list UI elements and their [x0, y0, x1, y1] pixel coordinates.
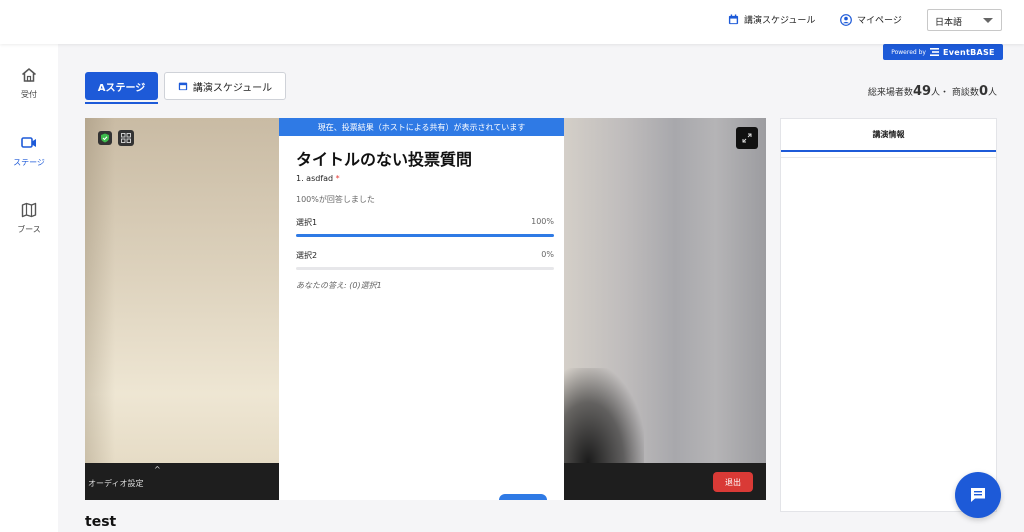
video-feed-left — [85, 118, 279, 463]
poll-question: 1. asdfad * — [296, 174, 340, 183]
powered-by-badge[interactable]: Powered by EventBASE — [883, 44, 1003, 60]
brand-name: EventBASE — [942, 47, 995, 57]
security-shield-icon[interactable] — [98, 131, 112, 145]
poll-close-tab[interactable] — [499, 494, 547, 500]
eventbase-logo-icon — [929, 48, 939, 56]
sidebar-item-booth[interactable]: ブース — [0, 201, 58, 235]
account-icon — [840, 13, 852, 26]
poll-response-rate: 100%が回答しました — [296, 195, 375, 204]
poll-option-label: 選択2 — [296, 251, 318, 260]
calendar-icon — [728, 14, 739, 25]
poll-title: タイトルのない投票質問 — [296, 150, 473, 169]
poll-option-label: 選択1 — [296, 218, 318, 227]
poll-option-bar-fill — [296, 234, 554, 237]
leave-button[interactable]: 退出 — [713, 472, 753, 492]
poll-question-text: 1. asdfad — [296, 174, 334, 183]
schedule-link-label: 講演スケジュール — [744, 16, 816, 26]
meetings-unit: 人 — [987, 88, 997, 98]
fullscreen-icon[interactable] — [736, 127, 758, 149]
sidebar-item-stage[interactable]: ステージ — [0, 134, 58, 168]
meetings-count: 0 — [978, 84, 988, 99]
mypage-link-label: マイページ — [857, 16, 902, 26]
stage-video-area: ^ オーディオ設定 退出 現在、投票結果（ホストによる共有）が表示されています … — [85, 118, 766, 500]
tab-stage-a[interactable]: Aステージ — [85, 72, 158, 100]
map-icon — [21, 202, 37, 218]
poll-banner: 現在、投票結果（ホストによる共有）が表示されています — [279, 118, 564, 136]
poll-option: 選択2 0% — [296, 250, 554, 270]
meetings-label: 商談数 — [951, 88, 979, 98]
divider — [781, 157, 996, 158]
poll-results-panel: 現在、投票結果（ホストによる共有）が表示されています タイトルのない投票質問 1… — [279, 118, 564, 500]
chat-button[interactable] — [955, 472, 1001, 518]
tab-lecture-info-label: 講演情報 — [872, 130, 905, 139]
tab-lecture-info[interactable]: 講演情報 — [781, 119, 996, 152]
poll-option-bar — [296, 267, 554, 270]
language-select[interactable]: 日本語 — [927, 9, 1002, 31]
tab-schedule-label: 講演スケジュール — [192, 82, 273, 94]
page-title: test — [85, 514, 117, 530]
sidebar: 受付 ステージ ブース — [0, 44, 58, 532]
tab-schedule[interactable]: 講演スケジュール — [164, 72, 286, 100]
grid-view-icon[interactable] — [118, 130, 134, 146]
lecture-info-panel: 講演情報 — [780, 118, 997, 512]
leave-button-label: 退出 — [725, 477, 741, 487]
active-tab-indicator — [85, 102, 158, 104]
top-header: 講演スケジュール マイページ 日本語 — [0, 0, 1024, 44]
visitors-label: 総来場者数 — [867, 88, 913, 98]
video-shadow — [564, 368, 644, 463]
sidebar-item-label: 受付 — [21, 90, 37, 99]
home-icon — [22, 68, 36, 82]
camera-icon — [21, 137, 36, 148]
visitors-count: 49 — [912, 84, 932, 99]
chevron-down-icon — [983, 18, 993, 23]
sidebar-item-label: ブース — [17, 225, 41, 234]
required-mark: * — [335, 174, 340, 183]
chat-icon — [971, 488, 985, 502]
poll-option-bar — [296, 234, 554, 237]
calendar-icon — [178, 82, 188, 91]
poll-option-percent: 0% — [541, 250, 554, 259]
chevron-up-icon[interactable]: ^ — [154, 465, 161, 474]
sidebar-item-label: ステージ — [13, 158, 45, 167]
tab-stage-a-label: Aステージ — [97, 82, 146, 94]
audio-settings-button[interactable]: オーディオ設定 — [88, 478, 143, 489]
schedule-link[interactable]: 講演スケジュール — [728, 13, 815, 26]
powered-by-label: Powered by — [891, 48, 926, 56]
sidebar-item-reception[interactable]: 受付 — [0, 66, 58, 100]
visitors-unit: 人・ — [931, 88, 950, 98]
poll-option-percent: 100% — [531, 217, 554, 226]
attendance-stats: 総来場者数49人・ 商談数0人 — [820, 84, 997, 99]
video-feed-right — [564, 118, 766, 463]
language-select-value: 日本語 — [935, 18, 963, 28]
your-answer: あなたの答え: (0)選択1 — [296, 281, 382, 290]
mypage-link[interactable]: マイページ — [840, 13, 902, 26]
poll-option: 選択1 100% — [296, 217, 554, 237]
